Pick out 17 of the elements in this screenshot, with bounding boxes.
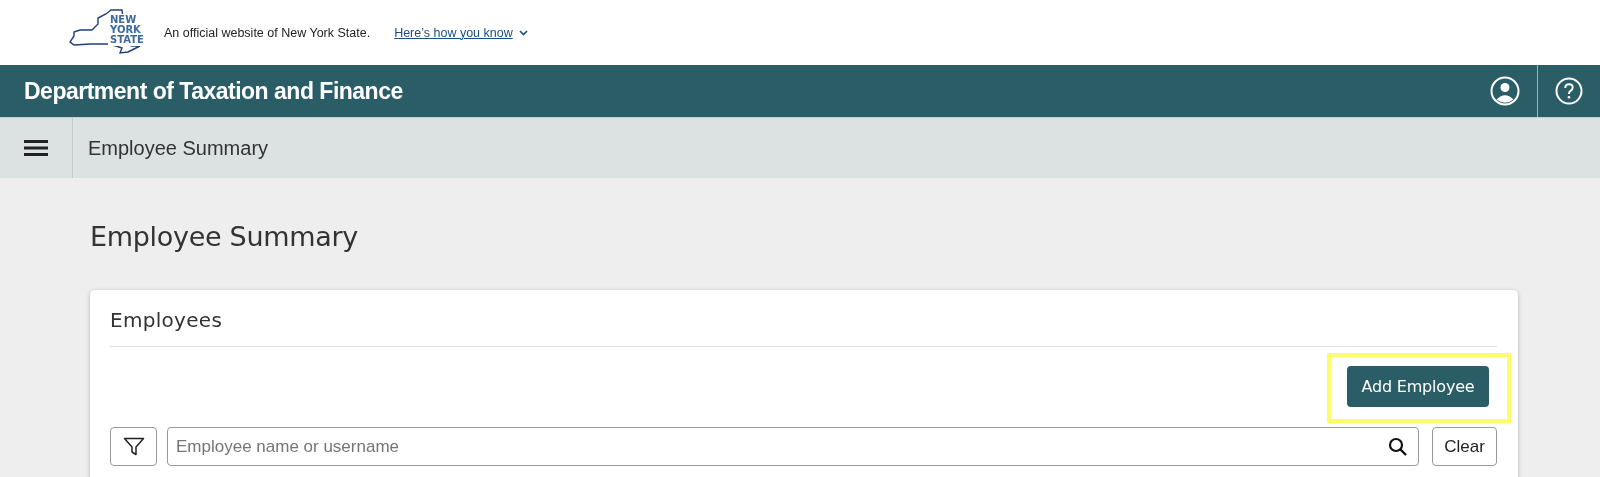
user-account-icon[interactable] xyxy=(1490,76,1520,106)
agency-title: Department of Taxation and Finance xyxy=(24,77,404,105)
how-you-know-link[interactable]: Here’s how you know xyxy=(394,25,528,40)
search-icon[interactable] xyxy=(1388,437,1408,457)
add-employee-button[interactable]: Add Employee xyxy=(1347,366,1489,407)
official-statement: An official website of New York State. xyxy=(164,25,371,40)
filter-icon xyxy=(122,436,145,457)
chevron-down-icon xyxy=(518,29,528,36)
search-field[interactable]: Employee name or username xyxy=(167,427,1419,466)
logo-text: NEW YORK STATE xyxy=(108,13,144,46)
breadcrumb-title: Employee Summary xyxy=(88,136,269,160)
card-title: Employees xyxy=(110,308,1497,347)
filter-button[interactable] xyxy=(110,427,157,466)
page-heading: Employee Summary xyxy=(90,221,359,252)
clear-button[interactable]: Clear xyxy=(1432,427,1497,466)
menu-icon[interactable] xyxy=(24,139,48,157)
help-icon[interactable] xyxy=(1555,77,1583,105)
